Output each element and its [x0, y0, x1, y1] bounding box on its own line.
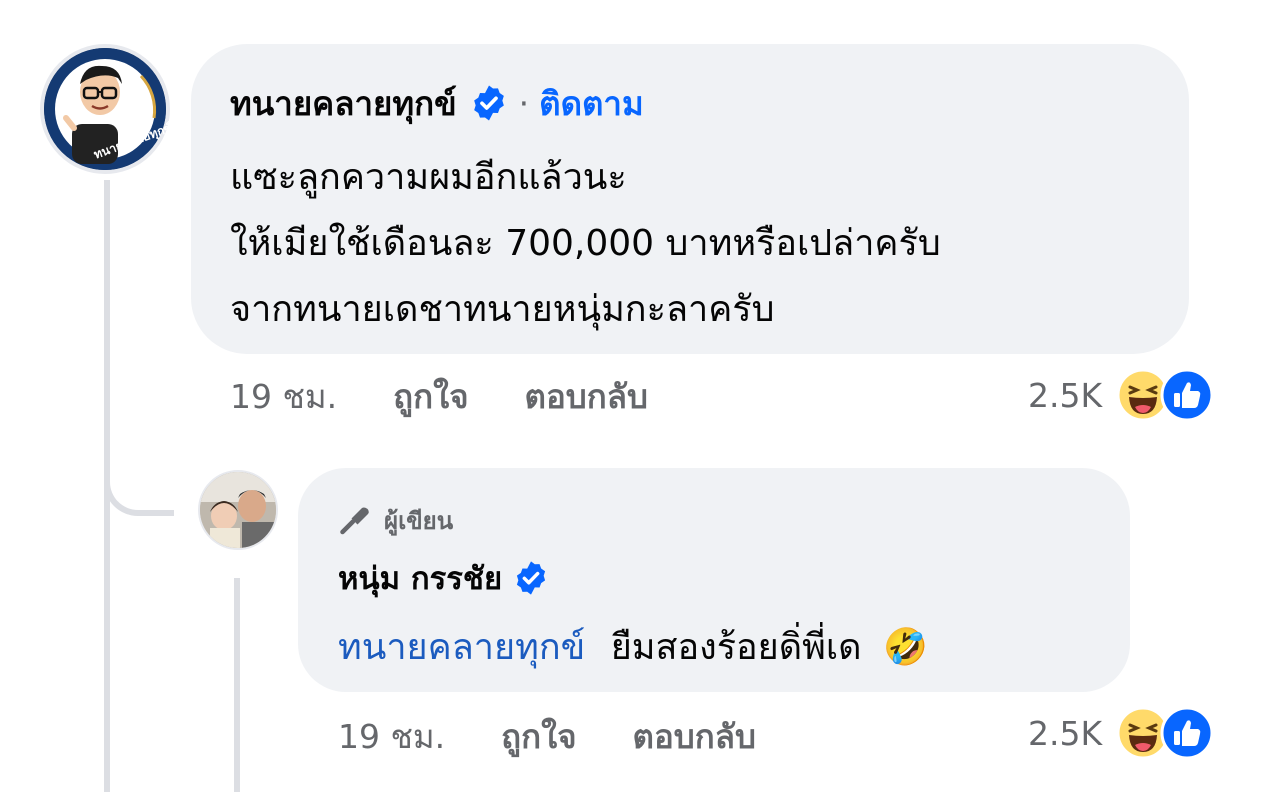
mention-link[interactable]: ทนายคลายทุกข์	[338, 627, 585, 668]
reply-action-bar: 19 ชม. ถูกใจ ตอบกลับ	[338, 712, 756, 760]
like-icon	[1160, 368, 1214, 422]
rofl-emoji: 🤣	[883, 627, 928, 668]
reply-author-avatar[interactable]	[198, 470, 278, 550]
thread-line-continuation	[104, 505, 110, 792]
reply-header: หนุ่ม กรรชัย	[338, 556, 550, 600]
comment-timestamp[interactable]: 19 ชม.	[230, 370, 337, 423]
reply-author-name[interactable]: หนุ่ม กรรชัย	[338, 553, 502, 603]
photo-avatar-image	[200, 472, 276, 548]
reply-reply-button[interactable]: ตอบกลับ	[633, 710, 756, 763]
comment-reply-button[interactable]: ตอบกลับ	[525, 370, 648, 423]
comment-like-button[interactable]: ถูกใจ	[393, 370, 468, 423]
verified-badge-icon	[517, 561, 546, 595]
comment-header: ทนายคลายทุกข์ · ติดตาม	[230, 80, 644, 126]
comment-reaction-summary[interactable]: 2.5K	[1028, 368, 1214, 422]
verified-badge-icon	[473, 85, 504, 121]
comment-text-line-1: แซะลูกความผมอีกแล้วนะ	[230, 157, 627, 198]
reply-timestamp[interactable]: 19 ชม.	[338, 710, 445, 763]
reply-message: ยืมสองร้อยดิ่พี่เด	[610, 627, 862, 668]
comment-action-bar: 19 ชม. ถูกใจ ตอบกลับ	[230, 372, 648, 420]
comment-reaction-count: 2.5K	[1028, 375, 1103, 415]
thread-elbow-connector	[104, 470, 174, 516]
reply-thread-line	[234, 578, 240, 792]
follow-link[interactable]: ติดตาม	[539, 77, 644, 130]
separator-dot: ·	[518, 83, 530, 123]
reply-like-button[interactable]: ถูกใจ	[501, 710, 576, 763]
megaphone-icon	[340, 507, 369, 535]
reply-reaction-count: 2.5K	[1028, 713, 1103, 753]
reply-text: ทนายคลายทุกข์ ยืมสองร้อยดิ่พี่เด 🤣	[338, 618, 928, 675]
comment-text-line-3: จากทนายเดชาทนายหนุ่มกะลาครับ	[230, 289, 775, 330]
author-badge-label: ผู้เขียน	[384, 506, 454, 535]
comment-author-name[interactable]: ทนายคลายทุกข์	[230, 77, 457, 130]
reply-reaction-summary[interactable]: 2.5K	[1028, 706, 1214, 760]
author-badge: ผู้เขียน	[338, 500, 453, 540]
thread-line-main	[104, 180, 110, 510]
like-icon	[1160, 706, 1214, 760]
comment-text-line-2: ให้เมียใช้เดือนละ 700,000 บาทหรือเปล่าคร…	[230, 223, 941, 264]
